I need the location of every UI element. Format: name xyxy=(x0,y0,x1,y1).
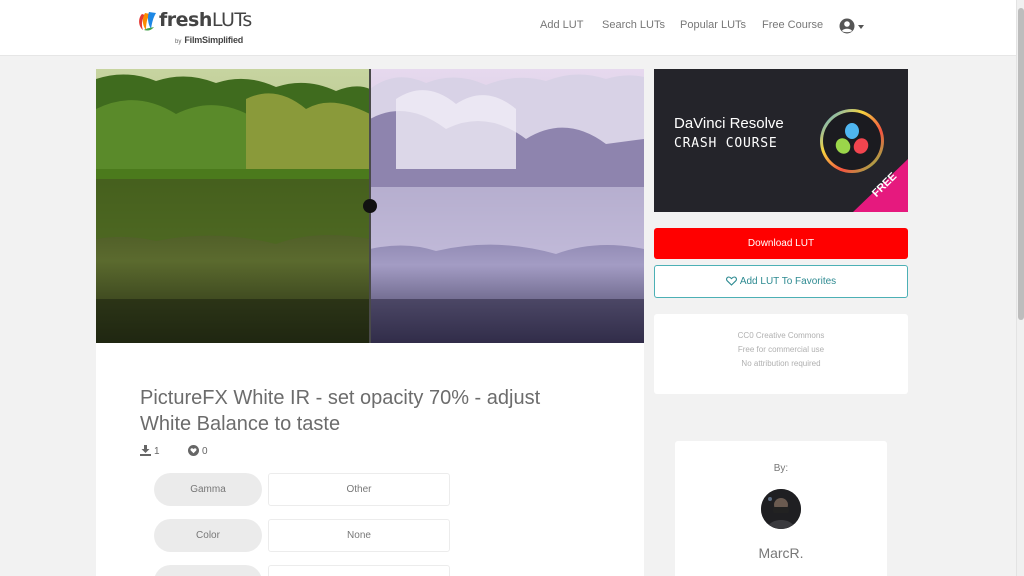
download-count-value: 1 xyxy=(154,446,160,457)
lut-details-card: PictureFX White IR - set opacity 70% - a… xyxy=(96,343,644,576)
compare-handle[interactable] xyxy=(363,199,377,213)
author-avatar[interactable] xyxy=(761,489,801,529)
author-by-label: By: xyxy=(773,463,789,474)
logo-byline: by FilmSimplified xyxy=(175,35,243,45)
license-type: CC0 Creative Commons xyxy=(737,331,825,340)
property-label-color: Color xyxy=(154,519,262,552)
license-usage: Free for commercial use xyxy=(737,345,825,354)
nav-add-lut[interactable]: Add LUT xyxy=(540,19,583,31)
chevron-down-icon xyxy=(858,25,864,29)
add-to-favorites-label: Add LUT To Favorites xyxy=(739,276,837,287)
property-value-next xyxy=(268,565,450,576)
property-label-next xyxy=(154,565,262,576)
property-label-gamma: Gamma xyxy=(154,473,262,506)
lut-compare-slider[interactable] xyxy=(96,69,644,343)
nav-free-course[interactable]: Free Course xyxy=(762,19,823,31)
heart-outline-icon xyxy=(725,276,737,286)
ad-subtitle: CRASH COURSE xyxy=(674,136,778,151)
logo-by: by xyxy=(175,39,182,45)
add-to-favorites-button[interactable]: Add LUT To Favorites xyxy=(654,265,908,298)
nav-popular-luts[interactable]: Popular LUTs xyxy=(680,19,746,31)
property-value-color: None xyxy=(268,519,450,552)
nav-search-luts[interactable]: Search LUTs xyxy=(602,19,665,31)
download-count: 1 xyxy=(140,445,160,457)
ad-title: DaVinci Resolve xyxy=(674,115,784,132)
logo-mark-icon xyxy=(139,12,156,31)
download-icon xyxy=(140,445,151,456)
license-attribution: No attribution required xyxy=(741,359,821,368)
logo-luts: LUTs xyxy=(211,9,252,31)
logo-wordmark: freshLUTs xyxy=(159,9,252,31)
site-header: freshLUTs by FilmSimplified Add LUT Searc… xyxy=(0,0,1016,56)
license-box: CC0 Creative Commons Free for commercial… xyxy=(654,314,908,394)
avatar-photo xyxy=(761,489,801,529)
heart-badge-icon xyxy=(188,445,199,456)
page-scrollbar[interactable] xyxy=(1016,0,1024,576)
logo-fresh: fresh xyxy=(159,9,212,31)
freshluts-logo[interactable]: freshLUTs by FilmSimplified xyxy=(137,9,257,47)
user-circle-icon xyxy=(839,18,855,34)
logo-brand: FilmSimplified xyxy=(184,35,244,45)
davinci-course-banner[interactable]: DaVinci Resolve CRASH COURSE FREE xyxy=(654,69,908,212)
lut-title: PictureFX White IR - set opacity 70% - a… xyxy=(140,387,541,435)
download-lut-button[interactable]: Download LUT xyxy=(654,228,908,259)
author-card: By: MarcR. xyxy=(675,441,887,576)
user-menu[interactable] xyxy=(839,18,867,36)
scrollbar-thumb[interactable] xyxy=(1018,8,1024,320)
favorite-count-value: 0 xyxy=(202,446,208,457)
favorite-count: 0 xyxy=(188,445,208,457)
author-name[interactable]: MarcR. xyxy=(675,545,887,561)
property-value-gamma: Other xyxy=(268,473,450,506)
